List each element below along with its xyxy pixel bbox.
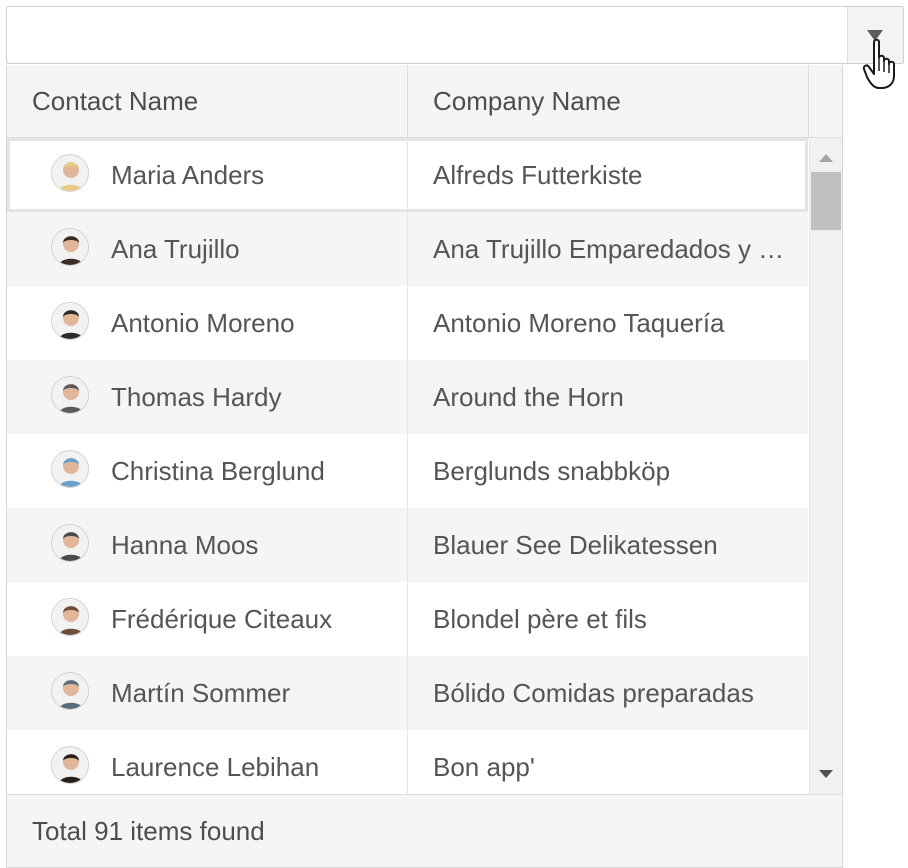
company-name-cell: Ana Trujillo Emparedados y helados	[433, 234, 808, 264]
contact-name-cell: Maria Anders	[7, 138, 408, 212]
grid-footer-status: Total 91 items found	[7, 794, 842, 867]
contact-name-cell: Martín Sommer	[7, 656, 408, 730]
hand-pointer-icon	[862, 38, 895, 89]
combobox[interactable]	[6, 6, 904, 64]
scroll-down-arrow-icon[interactable]	[819, 770, 833, 778]
table-row[interactable]: Antonio Moreno Antonio Moreno Taquería	[7, 286, 808, 360]
table-row[interactable]: Ana Trujillo Ana Trujillo Emparedados y h…	[7, 212, 808, 286]
contact-name-cell: Frédérique Citeaux	[7, 582, 408, 656]
vertical-scrollbar[interactable]	[809, 138, 842, 794]
company-name-cell: Blondel père et fils	[433, 604, 647, 634]
dropdown-popup: Contact Name Company Name Maria Anders Al…	[6, 65, 843, 868]
column-header-contact-name[interactable]: Contact Name	[7, 65, 408, 137]
contact-name-cell: Ana Trujillo	[7, 212, 408, 286]
table-row[interactable]: Frédérique Citeaux Blondel père et fils	[7, 582, 808, 656]
company-name-cell: Blauer See Delikatessen	[433, 530, 718, 560]
company-name-cell: Antonio Moreno Taquería	[433, 308, 725, 338]
table-row[interactable]: Christina Berglund Berglunds snabbköp	[7, 434, 808, 508]
contact-name-cell: Christina Berglund	[7, 434, 408, 508]
table-row[interactable]: Laurence Lebihan Bon app'	[7, 730, 808, 794]
scrollbar-thumb[interactable]	[811, 172, 841, 230]
contact-name-cell: Antonio Moreno	[7, 286, 408, 360]
company-name-cell: Bólido Comidas preparadas	[433, 678, 754, 708]
table-row[interactable]: Maria Anders Alfreds Futterkiste	[7, 138, 808, 212]
column-header-spacer	[809, 65, 842, 137]
company-name-cell: Alfreds Futterkiste	[433, 160, 643, 190]
contact-name-cell: Thomas Hardy	[7, 360, 408, 434]
contact-name-cell: Hanna Moos	[7, 508, 408, 582]
company-name-cell: Berglunds snabbköp	[433, 456, 671, 486]
scroll-up-arrow-icon[interactable]	[819, 154, 833, 162]
grid-body: Maria Anders Alfreds Futterkiste Ana Truji…	[7, 138, 808, 794]
grid-header: Contact Name Company Name	[7, 65, 842, 138]
table-row[interactable]: Martín Sommer Bólido Comidas preparadas	[7, 656, 808, 730]
table-row[interactable]: Thomas Hardy Around the Horn	[7, 360, 808, 434]
combobox-input[interactable]	[7, 7, 847, 63]
table-row[interactable]: Hanna Moos Blauer See Delikatessen	[7, 508, 808, 582]
company-name-cell: Around the Horn	[433, 382, 624, 412]
company-name-cell: Bon app'	[433, 752, 535, 782]
column-header-company-name[interactable]: Company Name	[408, 65, 809, 137]
contact-name-cell: Laurence Lebihan	[7, 730, 408, 794]
